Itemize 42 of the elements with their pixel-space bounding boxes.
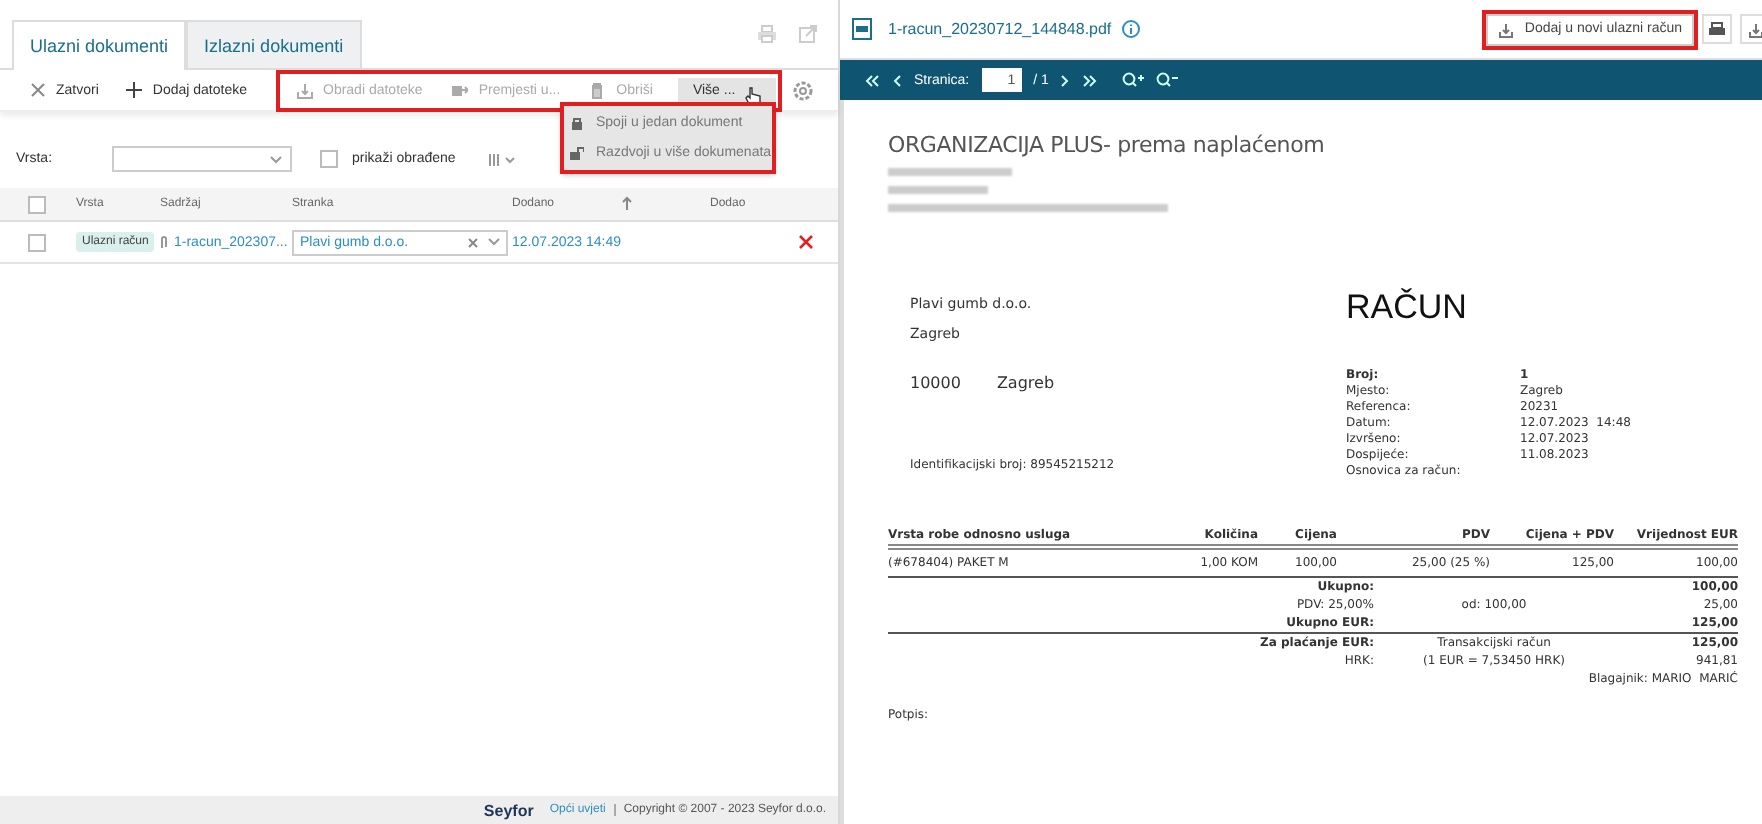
chevron-down-icon <box>488 238 500 246</box>
first-page-icon <box>864 73 880 87</box>
brand-logo: Seyfor <box>483 801 534 819</box>
trash-icon <box>588 81 607 99</box>
next-page-icon <box>1060 73 1071 87</box>
checkbox[interactable] <box>320 150 339 168</box>
delete-icon <box>798 234 814 250</box>
zoom-out-icon <box>1156 72 1179 88</box>
chevron-down-icon <box>270 155 283 163</box>
tray-icon <box>1747 21 1762 37</box>
paperclip-icon <box>160 235 168 249</box>
move-icon <box>450 81 469 99</box>
print-icon <box>1708 21 1726 37</box>
download-button[interactable] <box>1740 14 1762 44</box>
last-page-icon <box>1082 73 1099 87</box>
tab[interactable]: Izlazni dokumenti <box>186 20 362 68</box>
checkbox[interactable] <box>28 195 46 213</box>
pdf-file-icon <box>852 18 872 40</box>
settings-icon <box>792 79 814 101</box>
clear-icon <box>468 237 478 247</box>
info-icon <box>1121 20 1140 38</box>
plus-icon <box>126 82 143 98</box>
unlock-icon <box>570 146 584 160</box>
sort-ascending-icon <box>622 195 632 209</box>
postal-code: 10000 <box>910 374 961 392</box>
column-settings-icon <box>487 151 516 167</box>
print-icon <box>756 24 778 44</box>
zoom-in-icon <box>1122 72 1145 88</box>
invoice-title: RAČUN <box>1346 288 1469 328</box>
city: Zagreb <box>996 374 1055 392</box>
previous-page-icon <box>892 73 902 87</box>
file-name: 1-racun_20230712_144848.pdf <box>888 20 1112 38</box>
print-button[interactable] <box>1702 14 1732 44</box>
lock-icon <box>570 116 584 130</box>
tray-icon <box>295 81 313 99</box>
company-name: ORGANIZACIJA PLUS- prema naplaćenom <box>888 132 1327 158</box>
tray-icon <box>1498 21 1515 37</box>
type-select[interactable] <box>112 146 293 172</box>
tab[interactable]: Ulazni dokumenti <box>12 20 187 70</box>
close-icon <box>30 82 46 98</box>
external-link-icon <box>798 24 818 44</box>
checkbox[interactable] <box>28 233 46 251</box>
